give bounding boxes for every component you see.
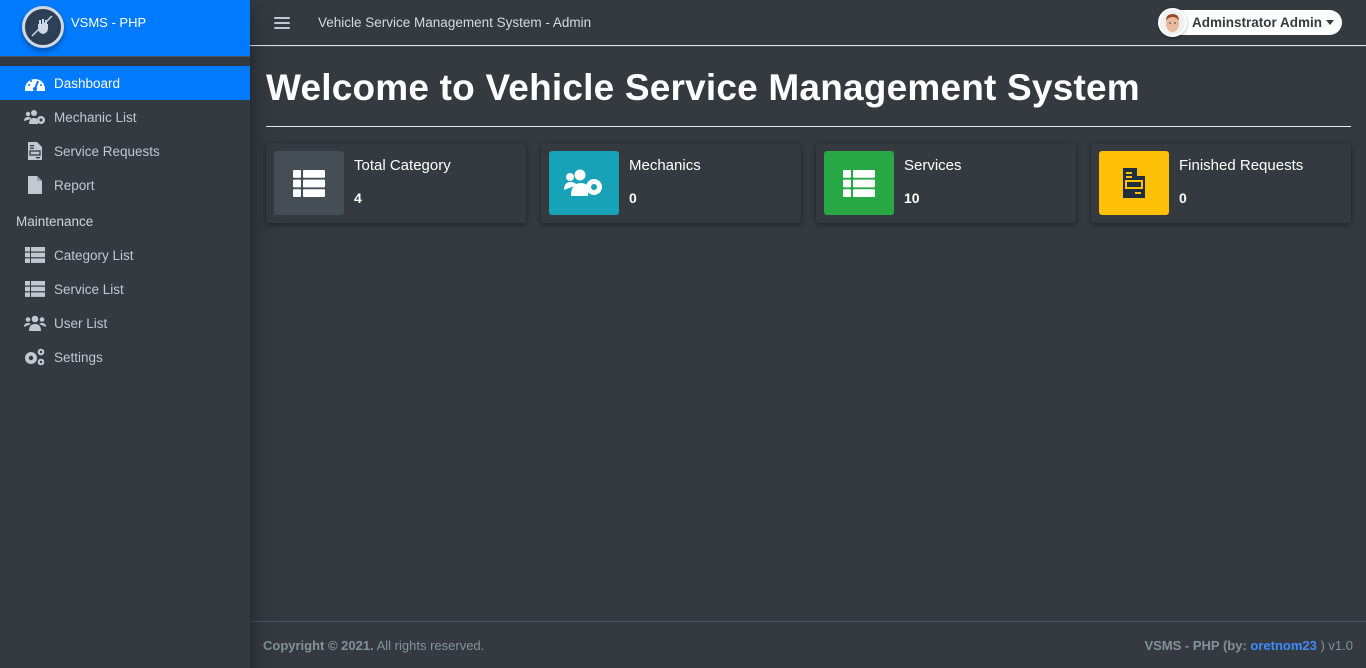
info-box-mechanics: Mechanics 0 xyxy=(541,143,801,223)
sidebar-item-mechanic-list[interactable]: Mechanic List xyxy=(0,100,250,134)
tachometer-icon xyxy=(23,73,47,93)
sidebar: VSMS - PHP Dashboard Mechanic List Servi… xyxy=(0,0,250,668)
credit-suffix: ) v1.0 xyxy=(1316,637,1353,653)
footer: Copyright © 2021. All rights reserved. V… xyxy=(250,621,1366,668)
sidebar-item-label: Service Requests xyxy=(54,143,160,159)
sidebar-item-label: Mechanic List xyxy=(54,109,137,125)
info-box-finished-requests: Finished Requests 0 xyxy=(1091,143,1351,223)
sidebar-maintenance-nav: Category List Service List User List Set… xyxy=(0,238,250,374)
info-box-label: Finished Requests xyxy=(1179,157,1304,174)
th-list-icon xyxy=(23,279,47,299)
top-navbar: Vehicle Service Management System - Admi… xyxy=(250,0,1366,46)
users-cog-icon xyxy=(549,151,619,215)
th-list-icon xyxy=(274,151,344,215)
users-icon xyxy=(23,313,47,333)
info-box-value: 0 xyxy=(1179,190,1187,206)
sidebar-item-label: Settings xyxy=(54,349,103,365)
sidebar-item-label: Category List xyxy=(54,247,134,263)
info-box-label: Services xyxy=(904,157,962,174)
nav-header-maintenance: Maintenance xyxy=(16,214,94,229)
avatar xyxy=(1157,8,1187,37)
brand-link[interactable]: VSMS - PHP xyxy=(0,0,250,57)
caret-down-icon xyxy=(1326,20,1334,25)
info-box-value: 10 xyxy=(904,190,920,206)
sidebar-item-label: Report xyxy=(54,177,95,193)
credit-text: VSMS - PHP (by: oretnom23 ) v1.0 xyxy=(1144,638,1353,653)
sidebar-item-dashboard[interactable]: Dashboard xyxy=(0,66,250,100)
cogs-icon xyxy=(23,347,47,367)
info-box-label: Mechanics xyxy=(629,157,701,174)
info-box-total-category: Total Category 4 xyxy=(266,143,526,223)
sidebar-item-label: User List xyxy=(54,315,108,331)
brand-logo-icon xyxy=(22,6,64,48)
info-box-value: 4 xyxy=(354,190,362,206)
th-list-icon xyxy=(23,245,47,265)
users-cog-icon xyxy=(23,107,47,127)
sidebar-item-label: Service List xyxy=(54,281,124,297)
main-content: Welcome to Vehicle Service Management Sy… xyxy=(250,47,1366,621)
sidebar-item-service-requests[interactable]: Service Requests xyxy=(0,134,250,168)
sidebar-item-report[interactable]: Report xyxy=(0,168,250,202)
bars-icon[interactable] xyxy=(274,16,290,29)
sidebar-item-label: Dashboard xyxy=(54,75,121,91)
info-box-value: 0 xyxy=(629,190,637,206)
info-box-services: Services 10 xyxy=(816,143,1076,223)
user-menu-dropdown[interactable]: Adminstrator Admin xyxy=(1157,8,1342,37)
sidebar-nav: Dashboard Mechanic List Service Requests… xyxy=(0,66,250,202)
credit-prefix: VSMS - PHP (by: xyxy=(1144,637,1251,653)
copyright-text: Copyright © 2021. All rights reserved. xyxy=(263,638,484,653)
th-list-icon xyxy=(824,151,894,215)
sidebar-item-category-list[interactable]: Category List xyxy=(0,238,250,272)
file-invoice-icon xyxy=(1099,151,1169,215)
page-title: Welcome to Vehicle Service Management Sy… xyxy=(266,67,1140,108)
sidebar-item-user-list[interactable]: User List xyxy=(0,306,250,340)
sidebar-item-service-list[interactable]: Service List xyxy=(0,272,250,306)
navbar-title: Vehicle Service Management System - Admi… xyxy=(318,15,592,30)
user-name: Adminstrator Admin xyxy=(1191,15,1322,30)
title-divider xyxy=(266,126,1351,127)
sidebar-item-settings[interactable]: Settings xyxy=(0,340,250,374)
file-icon xyxy=(23,175,47,195)
copyright-rest: All rights reserved. xyxy=(373,637,485,653)
author-link[interactable]: oretnom23 xyxy=(1250,638,1316,653)
info-box-label: Total Category xyxy=(354,157,451,174)
file-invoice-icon xyxy=(23,141,47,161)
copyright-year: Copyright © 2021. xyxy=(263,637,374,653)
brand-name: VSMS - PHP xyxy=(71,15,147,30)
